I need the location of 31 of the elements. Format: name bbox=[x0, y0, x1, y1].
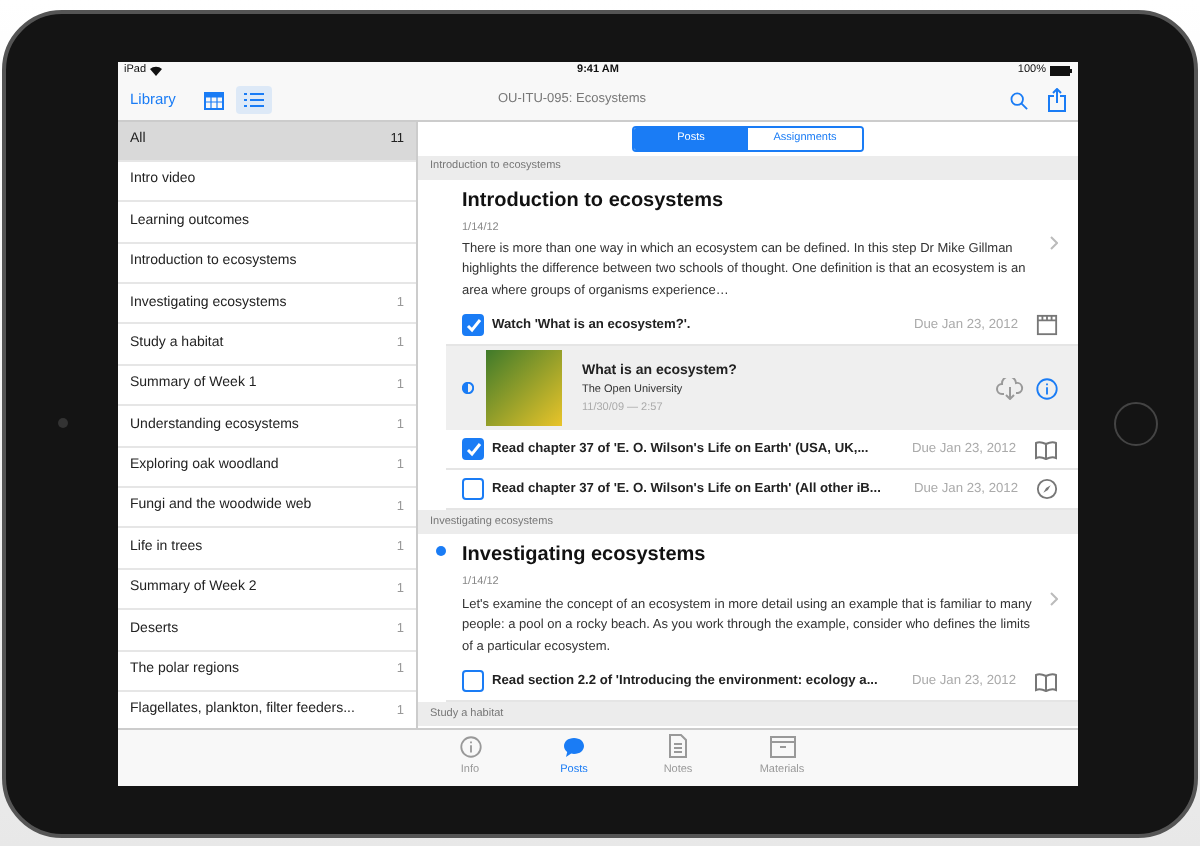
progress-icon bbox=[462, 382, 474, 395]
search-icon[interactable] bbox=[1010, 91, 1028, 109]
checkmark-icon bbox=[465, 317, 481, 334]
checkbox[interactable] bbox=[462, 438, 484, 461]
checkbox[interactable] bbox=[462, 478, 484, 501]
camera bbox=[57, 418, 67, 428]
film-icon bbox=[1036, 314, 1058, 337]
view-toggle[interactable] bbox=[235, 86, 272, 114]
calendar-grid-icon bbox=[203, 91, 224, 109]
speech-bubble-icon bbox=[562, 735, 586, 758]
document-icon bbox=[668, 734, 688, 759]
home-button[interactable] bbox=[1114, 401, 1158, 445]
info-icon[interactable] bbox=[1036, 377, 1058, 400]
battery-icon bbox=[1049, 66, 1072, 76]
post-title[interactable]: Investigating ecosystems bbox=[462, 540, 1038, 571]
chevron-right-icon[interactable] bbox=[1050, 591, 1058, 606]
info-icon bbox=[459, 735, 481, 758]
post-title[interactable]: Introduction to ecosystems bbox=[462, 185, 1038, 215]
archive-box-icon bbox=[769, 735, 795, 758]
list-icon bbox=[243, 92, 264, 108]
photo-placeholder bbox=[486, 350, 562, 427]
checkmark-icon bbox=[465, 441, 481, 458]
compass-icon bbox=[1036, 478, 1058, 501]
download-icon[interactable] bbox=[996, 377, 1024, 400]
share-icon[interactable] bbox=[1048, 88, 1066, 112]
book-icon bbox=[1034, 439, 1058, 460]
checkbox[interactable] bbox=[462, 314, 484, 337]
checkbox[interactable] bbox=[462, 670, 484, 692]
book-icon bbox=[1034, 671, 1058, 691]
chevron-right-icon[interactable] bbox=[1050, 235, 1058, 250]
wifi-icon bbox=[150, 66, 163, 76]
